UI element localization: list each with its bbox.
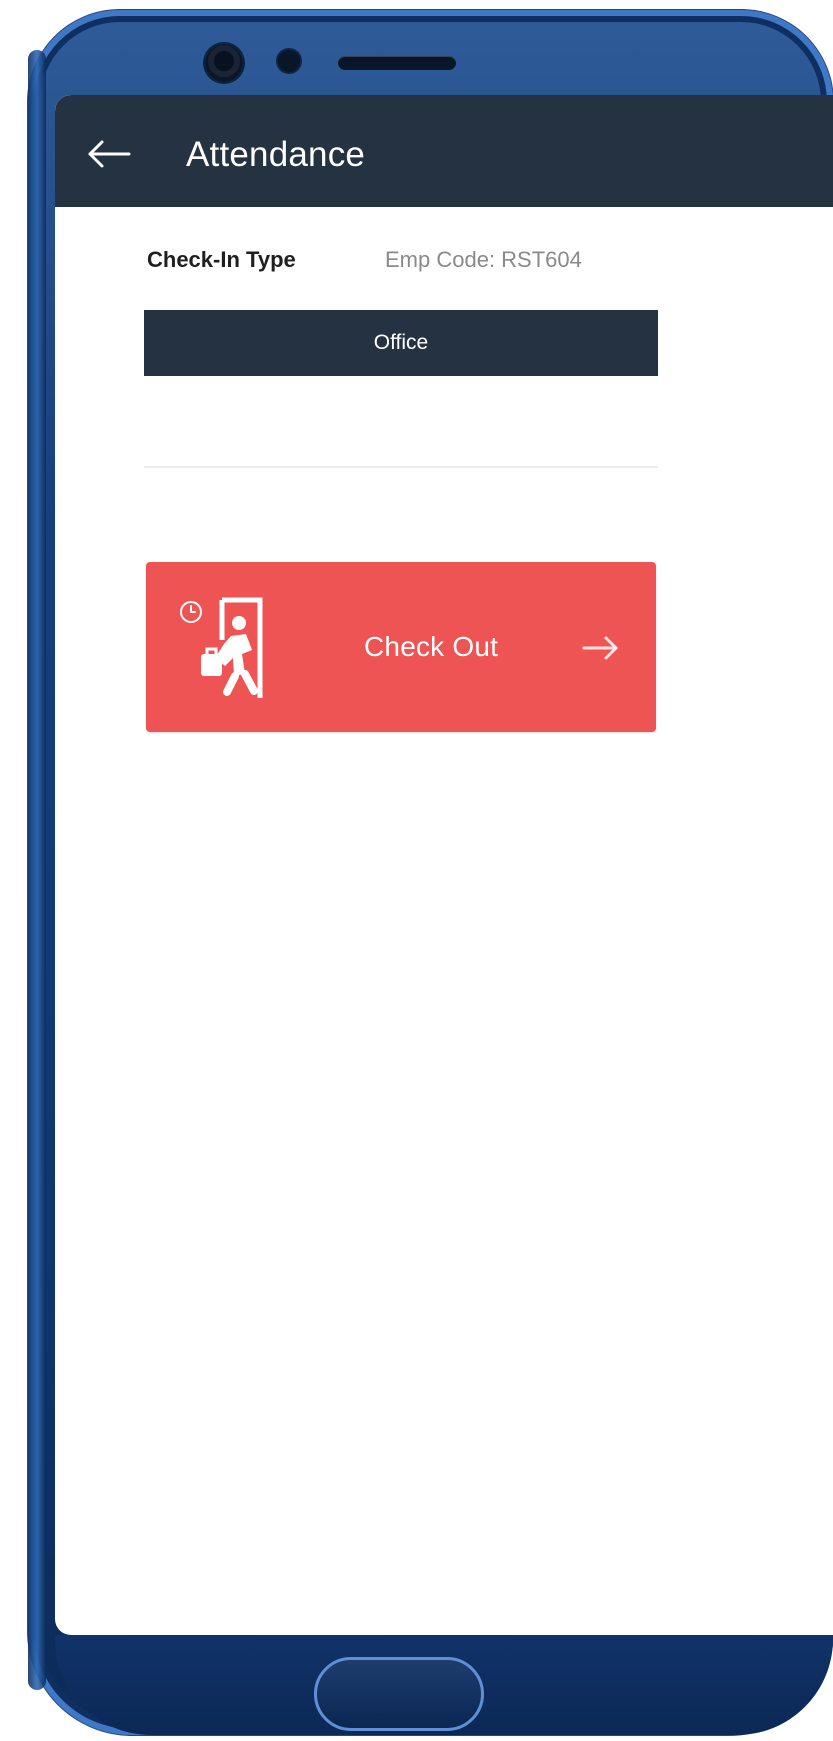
back-button[interactable] <box>85 137 133 171</box>
page-title: Attendance <box>186 135 366 174</box>
home-button[interactable] <box>314 1657 484 1731</box>
front-camera <box>205 44 243 82</box>
app-bar: Attendance <box>55 95 833 207</box>
check-out-label: Check Out <box>364 631 499 662</box>
check-in-type-label: Check-In Type <box>147 247 296 272</box>
phone-side-rim <box>28 50 46 1690</box>
arrow-right-icon <box>582 636 618 660</box>
selected-check-in-type: Office <box>373 331 429 354</box>
phone-screen: Attendance Check-In Type Emp Code: RST60… <box>55 95 833 1635</box>
proximity-sensor <box>278 50 300 72</box>
walking-out-door-icon <box>180 597 263 698</box>
employee-code: Emp Code: RST604 <box>385 247 582 272</box>
arrow-left-icon <box>88 140 131 168</box>
phone-mockup-stage: Attendance Check-In Type Emp Code: RST60… <box>0 0 833 1741</box>
check-out-arrow <box>582 634 622 662</box>
check-out-illustration <box>179 596 292 698</box>
check-out-button[interactable]: Check Out <box>146 562 656 732</box>
earpiece-speaker <box>338 56 456 70</box>
check-in-type-selector[interactable]: Office <box>144 310 658 376</box>
section-divider <box>144 466 658 468</box>
